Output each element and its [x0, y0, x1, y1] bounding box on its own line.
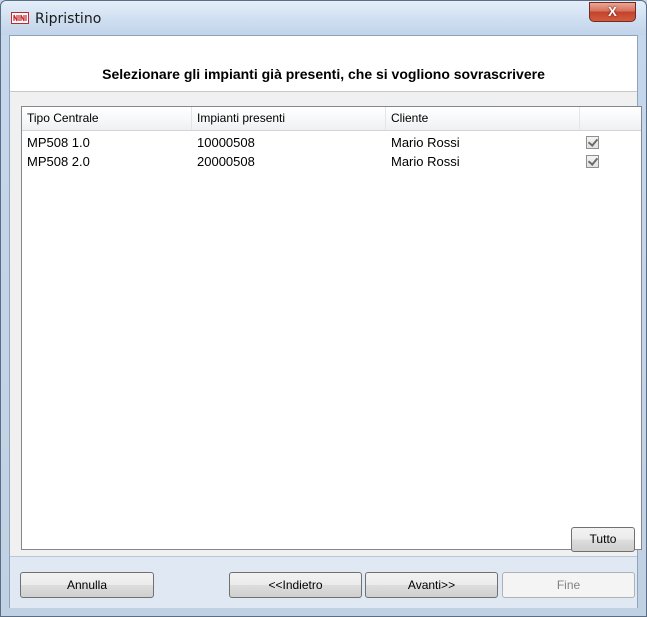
window-title: Ripristino [35, 11, 102, 27]
column-header-cliente[interactable]: Cliente [386, 107, 580, 130]
close-button[interactable]: X [589, 2, 636, 22]
instruction-heading: Selezionare gli impianti già presenti, c… [102, 66, 545, 82]
table-row[interactable]: MP508 1.0 10000508 Mario Rossi [22, 133, 641, 152]
cell-cliente: Mario Rossi [391, 135, 460, 150]
indietro-button[interactable]: <<Indietro [229, 572, 362, 598]
cell-impianti-presenti: 20000508 [197, 154, 255, 169]
table-row[interactable]: MP508 2.0 20000508 Mario Rossi [22, 152, 641, 171]
app-logo-icon [11, 12, 29, 24]
dialog-window: Ripristino X Selezionare gli impianti gi… [0, 0, 647, 617]
list-header: Tipo Centrale Impianti presenti Cliente [22, 107, 641, 131]
row-checkbox[interactable] [586, 136, 599, 149]
header-panel: Selezionare gli impianti già presenti, c… [10, 36, 637, 92]
column-header-impianti-presenti[interactable]: Impianti presenti [192, 107, 386, 130]
cell-cliente: Mario Rossi [391, 154, 460, 169]
column-header-check[interactable] [580, 107, 642, 130]
fine-button[interactable]: Fine [502, 572, 635, 598]
tutto-button[interactable]: Tutto [571, 527, 635, 552]
cell-tipo-centrale: MP508 2.0 [27, 154, 90, 169]
cell-tipo-centrale: MP508 1.0 [27, 135, 90, 150]
close-icon: X [608, 4, 617, 19]
row-checkbox[interactable] [586, 155, 599, 168]
cell-impianti-presenti: 10000508 [197, 135, 255, 150]
column-header-tipo-centrale[interactable]: Tipo Centrale [22, 107, 192, 130]
annulla-button[interactable]: Annulla [20, 572, 154, 598]
title-bar[interactable]: Ripristino X [1, 1, 646, 35]
client-area: Selezionare gli impianti già presenti, c… [9, 35, 642, 608]
avanti-button[interactable]: Avanti>> [365, 572, 498, 598]
impianti-list[interactable]: Tipo Centrale Impianti presenti Cliente … [21, 106, 642, 550]
